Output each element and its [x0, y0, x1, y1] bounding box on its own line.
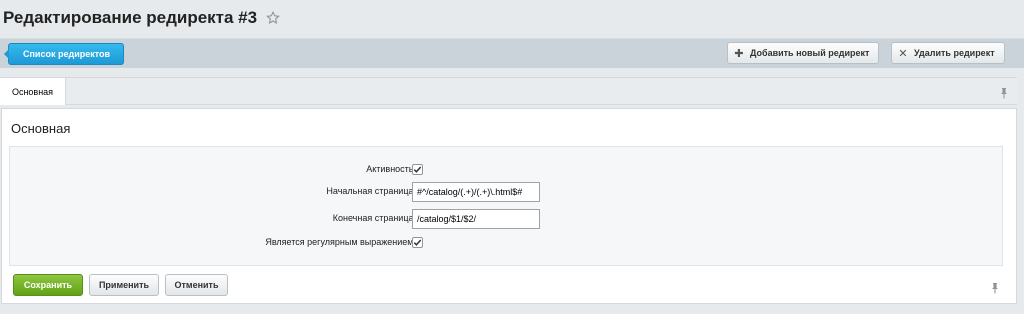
back-to-list-button[interactable]: Список редиректов [3, 43, 125, 65]
source-row: Начальная страница: [10, 182, 1004, 202]
close-icon: ✕ [898, 47, 908, 60]
target-label: Конечная страница: [332, 213, 416, 223]
source-label: Начальная страница: [326, 186, 416, 196]
save-button[interactable]: Сохранить [13, 274, 83, 296]
plus-icon: ✚ [734, 47, 744, 60]
active-label: Активность: [366, 164, 416, 174]
star-icon[interactable] [266, 10, 280, 25]
active-checkbox[interactable] [412, 164, 423, 175]
target-url-input[interactable] [412, 209, 540, 229]
title-bar: Редактирование редиректа #3 [0, 0, 1024, 36]
target-row: Конечная страница: [10, 209, 1004, 229]
cancel-button[interactable]: Отменить [165, 274, 228, 296]
regex-label: Является регулярным выражением: [265, 237, 416, 247]
apply-button[interactable]: Применить [89, 274, 159, 296]
pin-icon[interactable] [999, 86, 1009, 99]
page-title: Редактирование редиректа #3 [3, 8, 258, 27]
pin-icon[interactable] [990, 281, 1000, 294]
add-redirect-label: Добавить новый редирект [750, 48, 870, 58]
tab-main[interactable]: Основная [0, 78, 66, 105]
delete-redirect-label: Удалить редирект [914, 48, 995, 58]
regex-checkbox[interactable] [412, 237, 423, 248]
toolbar: Список редиректов ✚ Добавить новый редир… [0, 38, 1024, 68]
add-redirect-button[interactable]: ✚ Добавить новый редирект [727, 42, 880, 64]
tab-bar: Основная [0, 77, 1017, 105]
delete-redirect-button[interactable]: ✕ Удалить редирект [891, 42, 1005, 64]
form-box: Активность: Начальная страница: Конечная… [9, 146, 1003, 266]
section-title: Основная [11, 121, 71, 136]
source-url-input[interactable] [412, 182, 540, 202]
main-panel: Основная Активность: Начальная страница:… [1, 108, 1017, 304]
regex-row: Является регулярным выражением: [10, 233, 1004, 253]
active-row: Активность: [10, 160, 1004, 180]
